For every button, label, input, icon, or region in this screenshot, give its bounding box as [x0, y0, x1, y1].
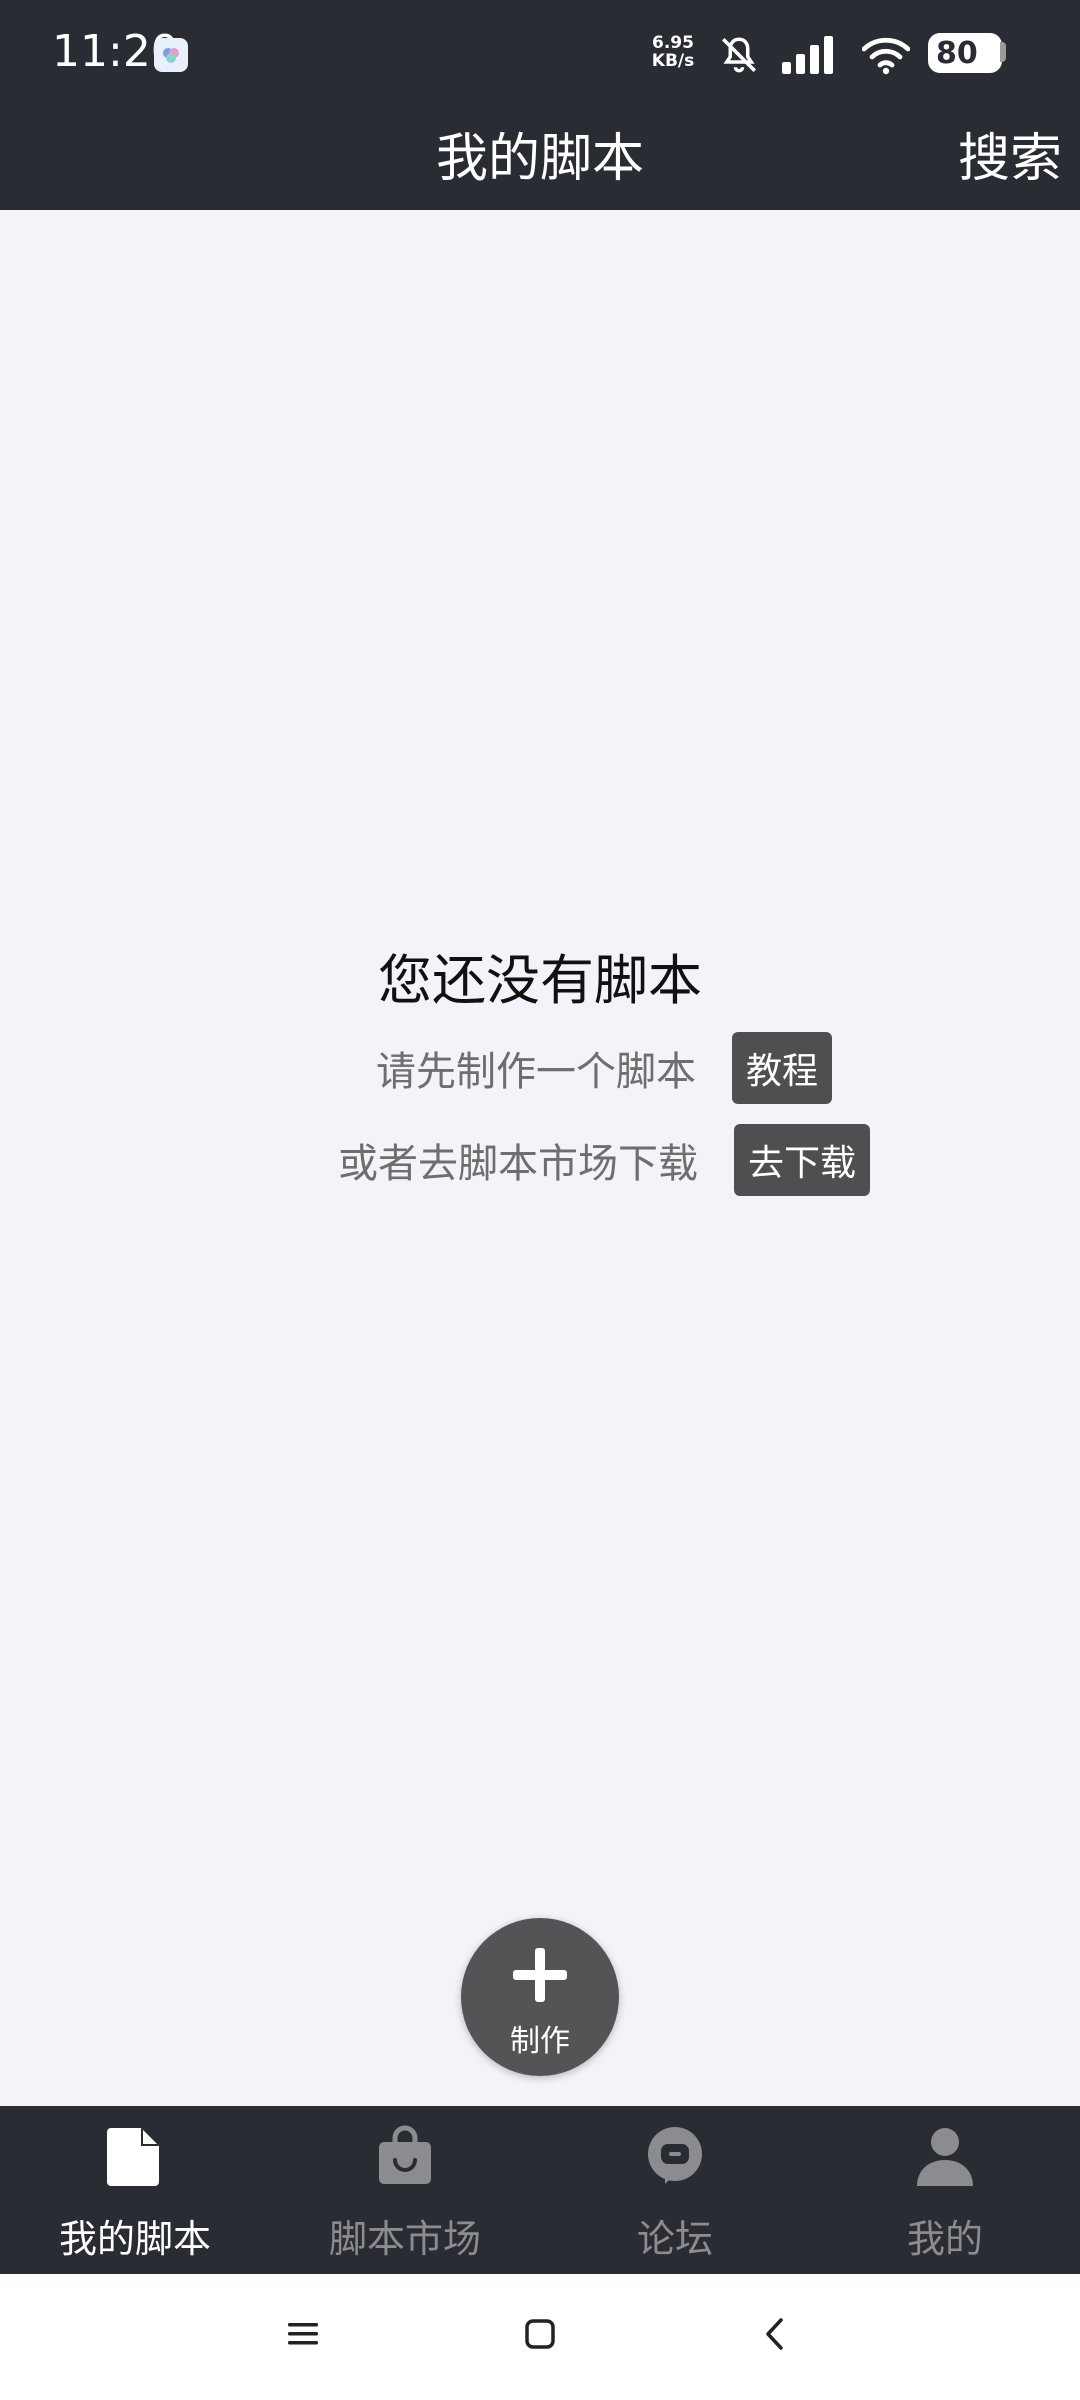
empty-state-row-download: 或者去脚本市场下载 去下载: [0, 1124, 1080, 1196]
app-header: 我的脚本 搜索: [0, 110, 1080, 210]
document-icon: [107, 2128, 159, 2186]
menu-icon[interactable]: [284, 2314, 324, 2354]
shopping-bag-icon: [379, 2125, 431, 2184]
network-speed: 6.95 KB/s: [644, 34, 702, 70]
nav-label-forum: 论坛: [636, 2217, 713, 2261]
nav-item-forum[interactable]: 论坛: [540, 2106, 810, 2274]
empty-state-title: 您还没有脚本: [378, 949, 702, 1012]
empty-state-hint-create: 请先制作一个脚本: [375, 1049, 696, 1095]
empty-state-hint-market: 或者去脚本市场下载: [337, 1141, 698, 1187]
mute-bell-icon: [722, 37, 756, 73]
plus-icon: [513, 1948, 567, 2002]
nav-label-script-market: 脚本市场: [328, 2217, 481, 2261]
download-button[interactable]: 去下载: [733, 1124, 870, 1196]
page-title: 我的脚本: [435, 129, 644, 189]
nav-item-my-scripts[interactable]: 我的脚本: [0, 2106, 270, 2274]
battery-cap: [1000, 42, 1006, 62]
empty-state-row-tutorial: 请先制作一个脚本 教程: [0, 1032, 1080, 1104]
search-button[interactable]: 搜索: [958, 116, 1062, 191]
bottom-navigation: 我的脚本 脚本市场 论坛 我的: [0, 2106, 1080, 2274]
status-bar: 11:20 6.95 KB/s 80: [0, 0, 1080, 110]
nav-label-me: 我的: [906, 2217, 983, 2261]
chat-bubble-icon: [648, 2127, 702, 2184]
signal-icon: [782, 36, 833, 74]
tutorial-button[interactable]: 教程: [731, 1032, 832, 1104]
create-script-label: 制作: [510, 2024, 570, 2059]
battery-icon: 80: [928, 33, 1002, 73]
network-speed-value: 6.95: [652, 33, 694, 53]
network-speed-unit: KB/s: [651, 51, 695, 71]
nav-item-me[interactable]: 我的: [810, 2106, 1080, 2274]
back-icon[interactable]: [756, 2314, 796, 2354]
app-badge-icon: [154, 38, 188, 72]
create-script-button[interactable]: 制作: [461, 1918, 619, 2076]
battery-level: 80: [936, 35, 978, 71]
top-bar: 11:20 6.95 KB/s 80 我的脚本 搜索: [0, 0, 1080, 210]
nav-item-script-market[interactable]: 脚本市场: [270, 2106, 540, 2274]
app-screen: 11:20 6.95 KB/s 80 我的脚本 搜索 您还没有脚本 请先制作一个…: [0, 0, 1080, 2400]
person-icon: [917, 2128, 973, 2186]
system-navigation-bar: [0, 2274, 1080, 2400]
home-icon[interactable]: [520, 2314, 560, 2354]
wifi-icon: [862, 37, 910, 75]
nav-label-my-scripts: 我的脚本: [58, 2217, 211, 2261]
